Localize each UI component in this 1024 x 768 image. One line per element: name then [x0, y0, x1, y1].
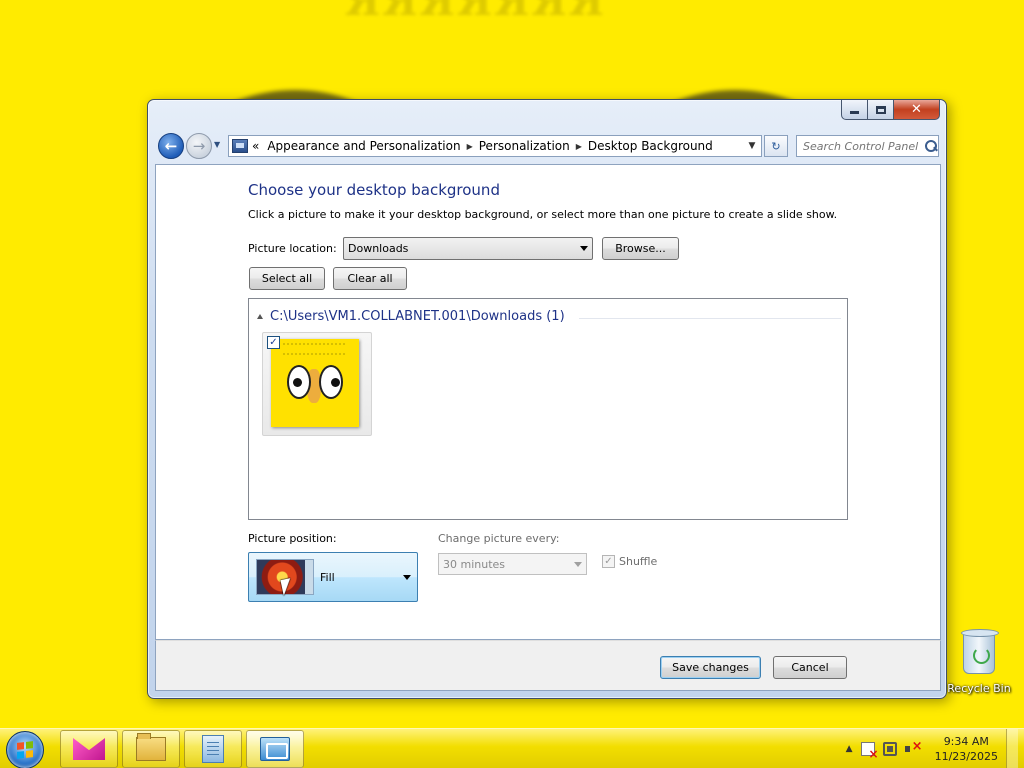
close-icon: ✕: [911, 102, 922, 117]
taskbar-document-app[interactable]: [184, 730, 242, 768]
thumbnail-text-decoration: [283, 343, 345, 355]
maximize-button[interactable]: [868, 100, 894, 120]
picture-position-label: Picture position:: [248, 532, 337, 545]
taskbar: ▲ 9:34 AM 11/23/2025: [0, 728, 1024, 768]
clock[interactable]: 9:34 AM 11/23/2025: [935, 734, 998, 764]
chevron-down-icon: [574, 561, 582, 567]
address-overflow[interactable]: «: [248, 139, 263, 153]
picture-thumbnail[interactable]: ✓: [262, 332, 372, 436]
address-dropdown-icon[interactable]: ▼: [743, 141, 761, 151]
clear-all-button[interactable]: Clear all: [333, 267, 407, 290]
picture-location-label: Picture location:: [248, 242, 337, 255]
show-hidden-icons-button[interactable]: ▲: [846, 744, 853, 754]
picture-position-dropdown[interactable]: Fill: [248, 552, 418, 602]
breadcrumb-appearance[interactable]: Appearance and Personalization: [263, 139, 464, 153]
picture-location-value: Downloads: [348, 242, 409, 255]
search-input[interactable]: [803, 139, 923, 153]
caption-buttons: ✕: [841, 100, 940, 120]
close-button[interactable]: ✕: [894, 100, 940, 120]
browse-button[interactable]: Browse...: [602, 237, 679, 260]
recycle-bin-label: Recycle Bin: [947, 682, 1011, 695]
cancel-button[interactable]: Cancel: [773, 656, 847, 679]
breadcrumb-separator-icon[interactable]: ▶: [465, 142, 475, 151]
action-center-icon[interactable]: [860, 742, 879, 761]
page-description: Click a picture to make it your desktop …: [248, 208, 838, 221]
notification-area: ▲ 9:34 AM 11/23/2025: [842, 729, 1018, 768]
refresh-icon: ↻: [771, 139, 781, 153]
control-panel-icon: [232, 139, 248, 153]
search-box: [796, 135, 939, 157]
shuffle-option: ✓ Shuffle: [602, 555, 657, 568]
search-icon[interactable]: [925, 140, 937, 152]
group-header[interactable]: C:\Users\VM1.COLLABNET.001\Downloads (1): [270, 309, 565, 324]
back-arrow-icon: ←: [164, 137, 178, 155]
control-panel-icon: [260, 737, 290, 761]
desktop-background-window: ✕ ← → ▼ « Appearance and Personalization…: [147, 99, 947, 699]
chevron-down-icon: [580, 246, 588, 251]
breadcrumb-separator-icon[interactable]: ▶: [574, 142, 584, 151]
page-title: Choose your desktop background: [248, 181, 500, 199]
wallpaper-text: ЯЯЯЯЯЯЯ: [345, 0, 606, 25]
show-desktop-button[interactable]: [1006, 729, 1018, 768]
shuffle-checkbox: ✓: [602, 555, 615, 568]
clock-time: 9:34 AM: [943, 735, 989, 748]
collapse-group-icon[interactable]: [257, 314, 263, 319]
select-all-button[interactable]: Select all: [249, 267, 325, 290]
recent-pages-button[interactable]: ▼: [214, 140, 224, 152]
thumbnail-checkbox[interactable]: ✓: [267, 336, 280, 349]
recycle-bin-shortcut[interactable]: Recycle Bin: [944, 629, 1014, 695]
recycle-bin-icon: [961, 629, 999, 674]
back-button[interactable]: ←: [158, 133, 184, 159]
taskbar-pink-app[interactable]: [60, 730, 118, 768]
picture-location-dropdown[interactable]: Downloads: [343, 237, 593, 260]
taskbar-control-panel[interactable]: [246, 730, 304, 768]
picture-position-value: Fill: [320, 570, 335, 584]
thumbnail-eye-right: [319, 365, 343, 399]
group-divider: [579, 318, 841, 319]
minimize-icon: [850, 111, 859, 114]
network-icon[interactable]: [882, 742, 897, 756]
document-icon: [202, 735, 224, 763]
save-changes-button[interactable]: Save changes: [660, 656, 761, 679]
change-picture-label: Change picture every:: [438, 532, 560, 545]
content-panel: Choose your desktop background Click a p…: [155, 164, 941, 640]
dialog-footer: Save changes Cancel: [155, 640, 941, 691]
clock-date: 11/23/2025: [934, 750, 998, 763]
pink-app-icon: [73, 738, 105, 760]
minimize-button[interactable]: [841, 100, 868, 120]
breadcrumb-personalization[interactable]: Personalization: [475, 139, 574, 153]
address-bar[interactable]: « Appearance and Personalization ▶ Perso…: [228, 135, 762, 157]
forward-button[interactable]: →: [186, 133, 212, 159]
forward-arrow-icon: →: [192, 137, 206, 155]
explorer-icon: [136, 733, 166, 761]
change-picture-value: 30 minutes: [443, 557, 506, 571]
taskbar-explorer[interactable]: [122, 730, 180, 768]
thumbnail-eye-left: [287, 365, 311, 399]
chevron-down-icon: [403, 574, 411, 580]
breadcrumb-desktop-background[interactable]: Desktop Background: [584, 139, 717, 153]
chevron-down-icon: ▼: [214, 140, 221, 149]
change-picture-dropdown: 30 minutes: [438, 553, 587, 575]
refresh-button[interactable]: ↻: [764, 135, 788, 157]
maximize-icon: [875, 105, 886, 114]
start-button[interactable]: [6, 731, 44, 768]
picture-list[interactable]: C:\Users\VM1.COLLABNET.001\Downloads (1)…: [248, 298, 848, 520]
thumbnail-image: [271, 339, 359, 427]
shuffle-label: Shuffle: [619, 555, 658, 568]
volume-muted-icon[interactable]: [904, 739, 922, 756]
navigation-bar: ← → ▼ « Appearance and Personalization ▶…: [156, 130, 940, 160]
